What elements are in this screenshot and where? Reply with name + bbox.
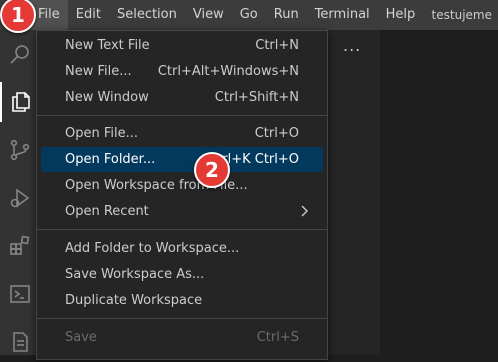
menu-run[interactable]: Run	[266, 0, 307, 30]
activity-bar	[0, 30, 40, 355]
run-debug-icon[interactable]	[0, 178, 40, 218]
menu-item-label: New File...	[65, 64, 132, 79]
extensions-icon[interactable]	[0, 226, 40, 266]
chevron-right-icon	[301, 205, 308, 217]
title-menu-bar: File Edit Selection View Go Run Terminal…	[0, 0, 498, 30]
menu-item-label: Open File...	[65, 126, 139, 141]
source-control-icon[interactable]	[0, 130, 40, 170]
window-title: testujeme	[431, 8, 492, 22]
menu-separator	[37, 229, 327, 230]
menu-item-label: New Text File	[65, 38, 150, 53]
menu-item-open-file[interactable]: Open File... Ctrl+O	[41, 121, 323, 146]
menu-item-shortcut: Ctrl+N	[255, 38, 299, 53]
editor-area	[380, 30, 498, 355]
menu-item-label: Add Folder to Workspace...	[65, 241, 240, 256]
menu-separator	[37, 115, 327, 116]
menu-go[interactable]: Go	[232, 0, 266, 30]
menu-item-label: Duplicate Workspace	[65, 293, 203, 308]
menu-selection[interactable]: Selection	[109, 0, 185, 30]
menu-item-shortcut: Ctrl+O	[254, 126, 299, 141]
menu-item-shortcut: Ctrl+Alt+Windows+N	[157, 64, 299, 79]
menu-item-label: Save Workspace As...	[65, 267, 205, 282]
menu-item-label: Open Recent	[65, 204, 149, 219]
menu-item-shortcut: Ctrl+Shift+N	[214, 90, 299, 105]
menu-item-new-file[interactable]: New File... Ctrl+Alt+Windows+N	[41, 59, 323, 84]
explorer-icon[interactable]	[0, 82, 40, 122]
menu-terminal[interactable]: Terminal	[307, 0, 378, 30]
menu-item-duplicate-workspace[interactable]: Duplicate Workspace	[41, 288, 323, 313]
menu-item-open-workspace-from-file[interactable]: Open Workspace from File...	[41, 173, 323, 198]
menu-edit[interactable]: Edit	[68, 0, 109, 30]
menu-item-save-workspace-as[interactable]: Save Workspace As...	[41, 262, 323, 287]
menu-item-open-folder[interactable]: Open Folder... Ctrl+K Ctrl+O	[41, 147, 323, 172]
menu-item-add-folder-to-workspace[interactable]: Add Folder to Workspace...	[41, 236, 323, 261]
document-icon[interactable]	[0, 322, 40, 362]
menu-item-save[interactable]: Save Ctrl+S	[41, 325, 323, 350]
menu-item-label: Open Folder...	[65, 152, 156, 167]
menu-item-label: New Window	[65, 90, 149, 105]
file-menu-dropdown: New Text File Ctrl+N New File... Ctrl+Al…	[36, 30, 328, 360]
terminal-icon[interactable]	[0, 274, 40, 314]
menu-separator	[37, 318, 327, 319]
menu-view[interactable]: View	[185, 0, 232, 30]
more-actions-icon[interactable]: ...	[343, 36, 361, 55]
menu-item-new-text-file[interactable]: New Text File Ctrl+N	[41, 33, 323, 58]
search-icon[interactable]	[0, 34, 40, 74]
menu-item-new-window[interactable]: New Window Ctrl+Shift+N	[41, 85, 323, 110]
menu-item-shortcut: Ctrl+S	[256, 330, 299, 345]
step-2-badge: 2	[194, 152, 230, 188]
menu-item-open-recent[interactable]: Open Recent	[41, 199, 323, 224]
menu-help[interactable]: Help	[378, 0, 424, 30]
menu-item-label: Save	[65, 330, 97, 345]
